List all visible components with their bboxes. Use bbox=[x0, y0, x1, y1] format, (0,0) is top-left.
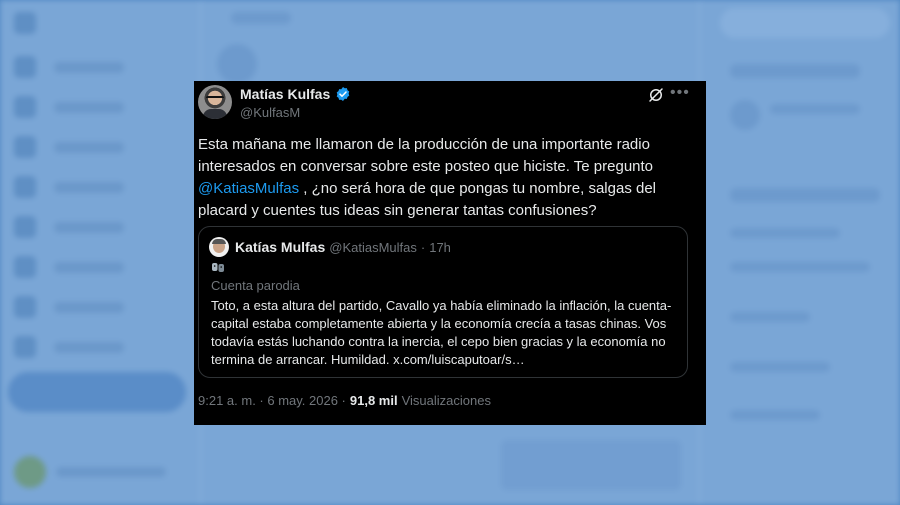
bg-nav-item bbox=[14, 296, 124, 318]
author-avatar[interactable] bbox=[198, 85, 232, 119]
bg-right-column bbox=[720, 0, 900, 505]
bg-nav-item bbox=[14, 56, 124, 78]
grok-icon[interactable] bbox=[647, 86, 665, 104]
quoted-author-handle[interactable]: @KatiasMulfas bbox=[329, 240, 417, 255]
tweet-card[interactable]: Matías Kulfas @KulfasM ••• Esta mañana m… bbox=[194, 81, 706, 425]
bg-profile bbox=[14, 456, 166, 488]
tweet-timestamp[interactable]: 9:21 a. m. · 6 may. 2026 · bbox=[198, 393, 346, 408]
bg-search bbox=[720, 8, 890, 38]
parody-label: Cuenta parodia bbox=[211, 278, 300, 293]
quoted-text: Toto, a esta altura del partido, Cavallo… bbox=[211, 298, 672, 367]
author-handle[interactable]: @KulfasM bbox=[240, 105, 300, 120]
bg-nav-item bbox=[14, 336, 124, 358]
bg-logo bbox=[14, 12, 36, 34]
tweet-text: Esta mañana me llamaron de la producción… bbox=[198, 134, 694, 222]
quoted-header: Katías Mulfas @KatiasMulfas · 17h bbox=[235, 239, 451, 255]
more-icon[interactable]: ••• bbox=[670, 84, 690, 102]
bg-nav-item bbox=[14, 96, 124, 118]
quoted-separator: · bbox=[420, 240, 426, 255]
author-name-row: Matías Kulfas bbox=[240, 86, 351, 102]
bg-sidebar bbox=[0, 0, 200, 505]
tweet-meta: 9:21 a. m. · 6 may. 2026 · 91,8 mil Visu… bbox=[198, 393, 491, 408]
bg-post-button bbox=[8, 372, 186, 412]
views-count: 91,8 mil bbox=[349, 393, 398, 408]
views-label: Visualizaciones bbox=[401, 393, 491, 408]
bg-nav-item bbox=[14, 136, 124, 158]
quoted-timestamp[interactable]: 17h bbox=[429, 240, 451, 255]
bg-nav-item bbox=[14, 256, 124, 278]
quoted-author-name[interactable]: Katías Mulfas bbox=[235, 239, 325, 255]
bg-nav-item bbox=[14, 216, 124, 238]
mention-link[interactable]: @KatiasMulfas bbox=[198, 180, 299, 197]
quoted-tweet[interactable]: Katías Mulfas @KatiasMulfas · 17h Cuenta… bbox=[198, 226, 688, 378]
verified-badge-icon bbox=[336, 87, 350, 101]
parody-mask-icon bbox=[212, 263, 224, 272]
tweet-text-part1: Esta mañana me llamaron de la producción… bbox=[198, 136, 654, 175]
quoted-avatar[interactable] bbox=[209, 237, 229, 257]
author-name[interactable]: Matías Kulfas bbox=[240, 86, 330, 102]
bg-nav-item bbox=[14, 176, 124, 198]
